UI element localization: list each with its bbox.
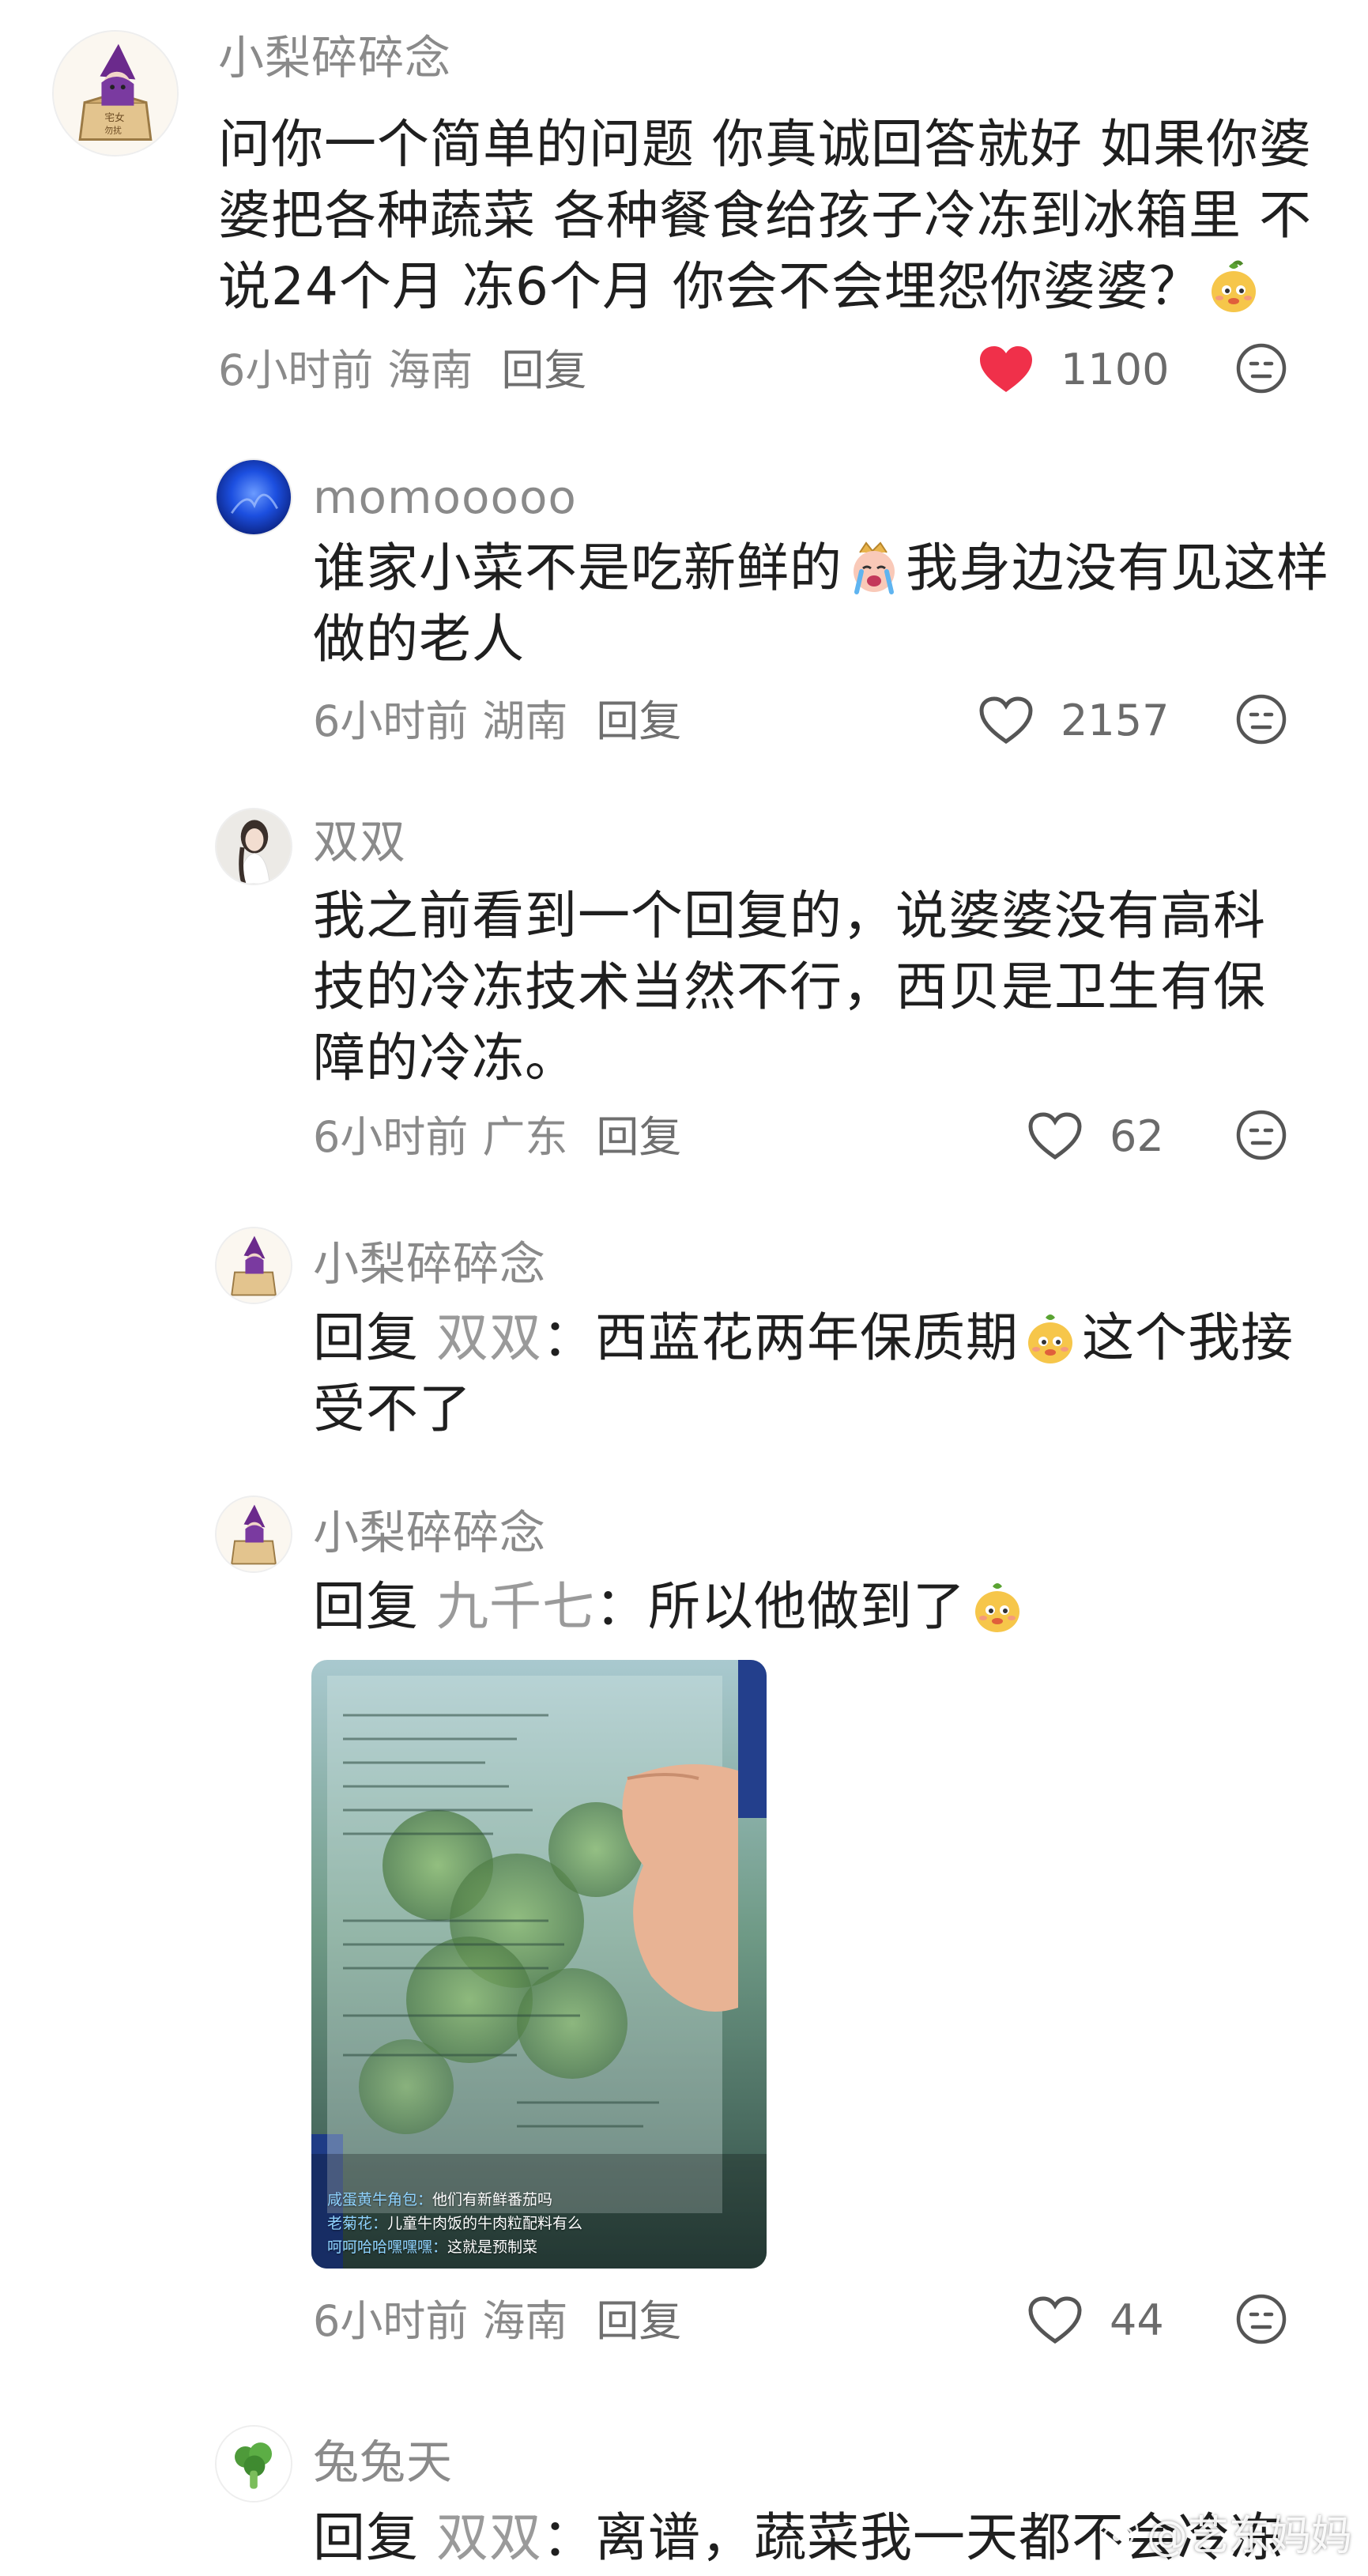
reply-target-username[interactable]: 双双 — [436, 2507, 542, 2568]
username[interactable]: momooooo — [313, 474, 577, 520]
reply-button[interactable]: 回复 — [596, 2296, 681, 2346]
timestamp: 6小时前 — [313, 1112, 469, 1162]
location: 海南 — [482, 2296, 568, 2346]
comment-meta: 6小时前 海南 回复 — [218, 349, 601, 392]
username[interactable]: 小梨碎碎念 — [313, 1510, 546, 1556]
like-count: 1100 — [1061, 345, 1170, 394]
photo-caption-line: 老菊花：儿童牛肉饭的牛肉粒配料有么 — [327, 2216, 582, 2231]
watermark-text: @艺东妈妈 — [1146, 2513, 1352, 2560]
pear-face-emoji — [1022, 1310, 1079, 1367]
comment-text: 回复 双双：西蓝花两年保质期 这个我接受不了 — [313, 1303, 1332, 1445]
reply-target-username[interactable]: 九千七 — [436, 1576, 595, 1637]
caption-text: 这就是预制菜 — [447, 2238, 538, 2256]
crying-face-emoji — [846, 540, 903, 597]
heart-icon — [979, 696, 1033, 745]
comment-text-content: 问你一个简单的问题 你真诚回答就好 如果你婆婆把各种蔬菜 各种餐食给孩子冷冻到冰… — [218, 114, 1312, 317]
caption-text: 儿童牛肉饭的牛肉粒配料有么 — [387, 2215, 583, 2232]
location: 海南 — [387, 345, 473, 395]
reply-button[interactable]: 回复 — [501, 345, 586, 395]
reply-prefix: 回复 — [313, 1307, 419, 1368]
comment-meta: 6小时前 海南 回复 — [313, 2300, 695, 2343]
avatar[interactable] — [215, 458, 292, 536]
comment-text: 问你一个简单的问题 你真诚回答就好 如果你婆婆把各种蔬菜 各种餐食给孩子冷冻到冰… — [218, 109, 1332, 322]
reply-prefix: 回复 — [313, 2507, 419, 2568]
comment-text-part: ：所以他做到了 — [594, 1576, 966, 1637]
caption-user: 呵呵哈哈嘿嘿嘿： — [327, 2238, 448, 2256]
svg-text:宅女: 宅女 — [104, 111, 124, 123]
comment-text-part: 谁家小菜不是吃新鲜的 — [313, 537, 842, 598]
reply-prefix: 回复 — [313, 1576, 419, 1637]
neutral-face-icon[interactable] — [1234, 341, 1288, 395]
heart-icon — [1028, 1112, 1082, 1160]
timestamp: 6小时前 — [218, 345, 374, 395]
svg-text:勿扰: 勿扰 — [104, 126, 122, 136]
username[interactable]: 兔兔天 — [313, 2439, 453, 2485]
comment-4: 小梨碎碎念 回复 双双：西蓝花两年保质期 这个我接受不了 — [0, 1227, 1368, 1464]
like-button[interactable]: 44 — [1027, 2295, 1164, 2346]
timestamp: 6小时前 — [313, 696, 469, 746]
comment-text: 我之前看到一个回复的，说婆婆没有高科技的冷冻技术当然不行，西贝是卫生有保障的冷冻… — [313, 885, 1266, 1088]
frozen-broccoli-bag-image — [311, 1660, 767, 2269]
reply-target-username[interactable]: 双双 — [436, 1307, 542, 1368]
like-button[interactable]: 2157 — [978, 696, 1169, 746]
like-count: 44 — [1110, 2295, 1164, 2345]
comment-photo-frozen-broccoli[interactable]: 咸蛋黄牛角包：他们有新鲜番茄吗 老菊花：儿童牛肉饭的牛肉粒配料有么 呵呵哈哈嘿嘿… — [311, 1660, 767, 2269]
heart-icon — [980, 346, 1032, 392]
heart-icon — [1028, 2296, 1082, 2344]
photo-caption-line: 呵呵哈哈嘿嘿嘿：这就是预制菜 — [327, 2240, 537, 2255]
comment-2: momooooo 谁家小菜不是吃新鲜的 我身边没有见这样做的老人 6小时前 湖南回… — [0, 458, 1368, 775]
photo-caption-line: 咸蛋黄牛角包：他们有新鲜番茄吗 — [327, 2193, 552, 2208]
comment-3: 双双 我之前看到一个回复的，说婆婆没有高科技的冷冻技术当然不行，西贝是卫生有保障… — [0, 808, 1368, 1187]
reply-button[interactable]: 回复 — [596, 696, 681, 746]
like-count: 2157 — [1061, 696, 1170, 745]
username[interactable]: 小梨碎碎念 — [313, 1241, 546, 1287]
avatar[interactable] — [215, 2425, 292, 2502]
caption-text: 他们有新鲜番茄吗 — [432, 2191, 553, 2208]
neutral-face-icon[interactable] — [1234, 1108, 1288, 1162]
location: 湖南 — [482, 696, 568, 746]
comment-text-part: ：西蓝花两年保质期 — [541, 1307, 1019, 1368]
avatar[interactable]: 宅女 勿扰 — [52, 30, 179, 157]
timestamp: 6小时前 — [313, 2296, 469, 2346]
pear-face-emoji — [969, 1578, 1026, 1635]
weibo-logo-icon — [1102, 2519, 1139, 2548]
caption-user: 老菊花： — [327, 2215, 388, 2232]
neutral-face-icon[interactable] — [1234, 2292, 1288, 2346]
username[interactable]: 小梨碎碎念 — [218, 35, 451, 81]
comment-meta: 6小时前 湖南 回复 — [313, 700, 695, 743]
comment-text: 谁家小菜不是吃新鲜的 我身边没有见这样做的老人 — [313, 533, 1332, 675]
comment-meta: 6小时前 广东 回复 — [313, 1116, 695, 1159]
avatar[interactable] — [215, 808, 292, 885]
like-count: 62 — [1110, 1111, 1164, 1161]
location: 广东 — [482, 1112, 568, 1162]
like-button[interactable]: 62 — [1027, 1111, 1164, 1162]
avatar[interactable] — [215, 1227, 292, 1304]
username[interactable]: 双双 — [313, 819, 406, 865]
comment-text: 回复 九千七：所以他做到了 — [313, 1571, 1332, 1643]
caption-user: 咸蛋黄牛角包： — [327, 2191, 433, 2208]
comment-1: 宅女 勿扰 小梨碎碎念 问你一个简单的问题 你真诚回答就好 如果你婆婆把各种蔬菜… — [0, 30, 1368, 402]
avatar[interactable] — [215, 1495, 292, 1573]
like-button[interactable]: 1100 — [978, 345, 1169, 395]
reply-button[interactable]: 回复 — [596, 1112, 681, 1162]
watermark: @艺东妈妈 — [1102, 2502, 1352, 2562]
neutral-face-icon[interactable] — [1234, 692, 1288, 746]
pear-face-emoji — [1205, 258, 1262, 315]
